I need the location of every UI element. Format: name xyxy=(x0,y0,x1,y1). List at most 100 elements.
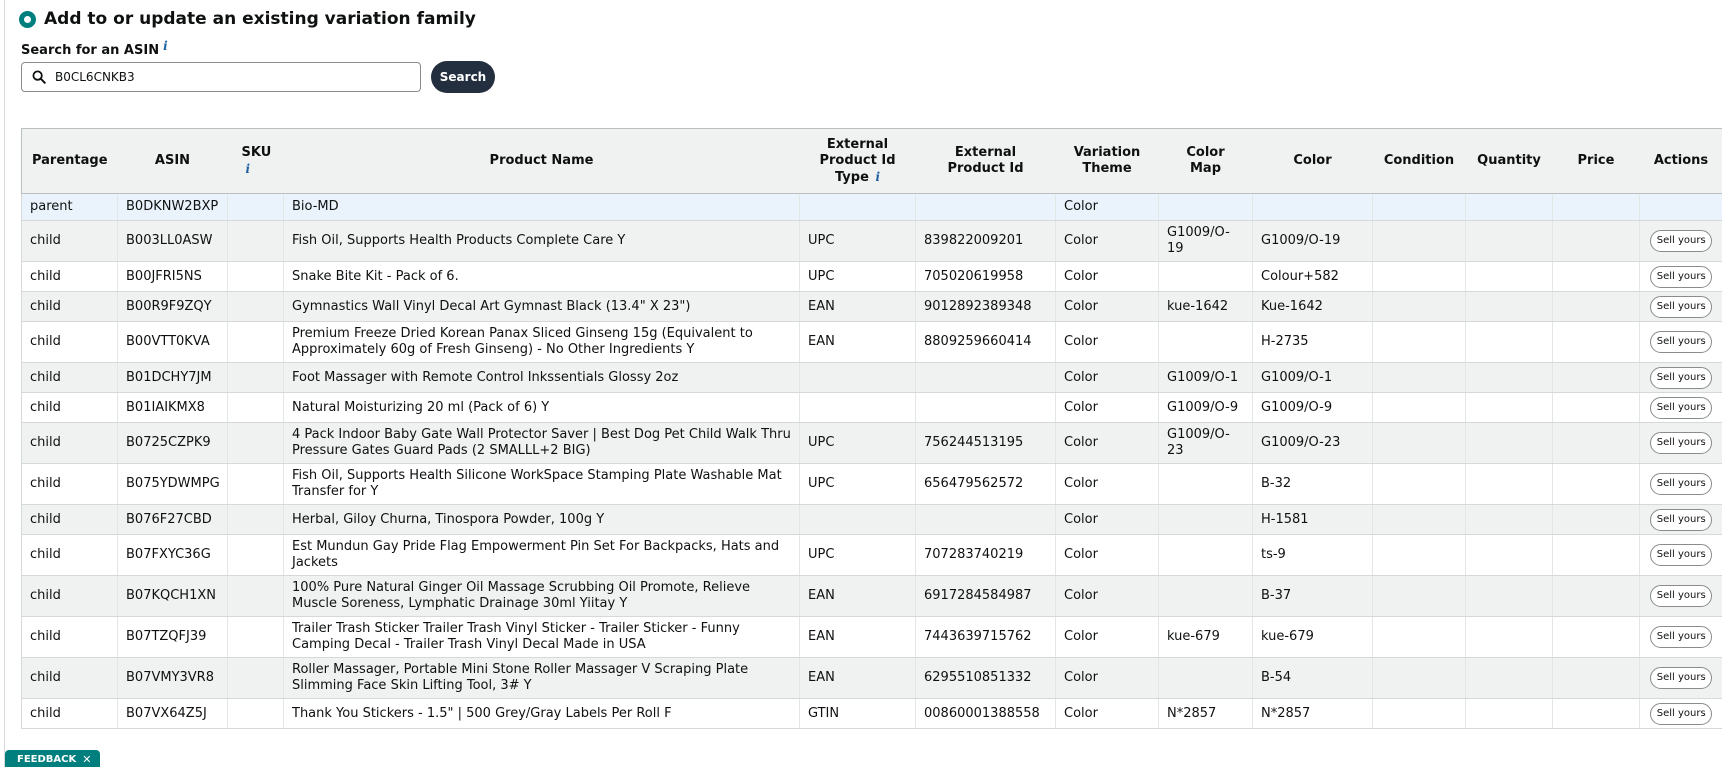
sell-yours-button[interactable]: Sell yours xyxy=(1650,544,1713,566)
cell-variation-theme: Color xyxy=(1055,422,1159,464)
table-row: child B076F27CBD Herbal, Giloy Churna, Tin… xyxy=(21,504,1722,535)
cell-color-map: N*2857 xyxy=(1158,698,1253,729)
table-row: child B00VTT0KVA Premium Freeze Dried Kore… xyxy=(21,321,1722,363)
cell-asin: B07KQCH1XN xyxy=(117,575,228,617)
cell-ext-id xyxy=(915,504,1056,535)
cell-color: B-54 xyxy=(1252,657,1373,699)
cell-variation-theme: Color xyxy=(1055,392,1159,423)
cell-ext-id-text: 8809259660414 xyxy=(924,334,1032,349)
cell-sku xyxy=(227,463,284,505)
cell-quantity xyxy=(1465,392,1553,423)
sell-yours-button[interactable]: Sell yours xyxy=(1650,508,1713,531)
sell-yours-button[interactable]: Sell yours xyxy=(1650,295,1713,318)
cell-variation-theme: Color xyxy=(1055,698,1159,729)
cell-parentage-text: child xyxy=(30,670,61,685)
cell-ext-id-text: 656479562572 xyxy=(924,476,1024,491)
cell-actions: Sell yours xyxy=(1639,698,1722,729)
cell-sku xyxy=(227,657,284,699)
cell-ext-id-text: 707283740219 xyxy=(924,547,1024,562)
variation-family-option[interactable]: Add to or update an existing variation f… xyxy=(19,9,476,29)
radio-selected-icon[interactable] xyxy=(19,10,36,28)
cell-quantity xyxy=(1465,698,1553,729)
sell-yours-button[interactable]: Sell yours xyxy=(1650,585,1713,607)
cell-variation-theme-text: Color xyxy=(1064,476,1098,491)
cell-variation-theme-text: Color xyxy=(1064,588,1098,603)
cell-color-text: N*2857 xyxy=(1261,705,1311,721)
cell-parentage: child xyxy=(21,463,118,505)
cell-ext-id-type-text: UPC xyxy=(808,233,835,248)
cell-asin: B01DCHY7JM xyxy=(117,362,228,393)
header-price: Price xyxy=(1552,128,1640,194)
header-ext-id: External Product Id xyxy=(915,128,1056,194)
cell-variation-theme-text: Color xyxy=(1064,199,1098,214)
cell-color-text: kue-679 xyxy=(1261,629,1314,644)
cell-quantity xyxy=(1465,657,1553,699)
cell-ext-id-text: 705020619958 xyxy=(924,268,1024,284)
cell-asin-text: B07TZQFJ39 xyxy=(126,629,207,644)
sell-yours-button[interactable]: Sell yours xyxy=(1650,396,1713,419)
cell-actions: Sell yours xyxy=(1639,362,1722,393)
sell-yours-button[interactable]: Sell yours xyxy=(1650,432,1713,454)
cell-asin: B076F27CBD xyxy=(117,504,228,535)
info-icon[interactable]: i xyxy=(246,162,251,176)
cell-variation-theme: Color xyxy=(1055,463,1159,505)
cell-product-name-text: Bio-MD xyxy=(292,199,339,214)
header-asin: ASIN xyxy=(117,128,228,194)
close-icon[interactable]: ✕ xyxy=(82,750,91,767)
cell-color-map xyxy=(1158,575,1253,617)
sell-yours-button[interactable]: Sell yours xyxy=(1650,702,1713,725)
asin-search-box[interactable] xyxy=(21,62,421,92)
cell-product-name-text: Fish Oil, Supports Health Silicone WorkS… xyxy=(292,468,782,499)
cell-color-map: G1009/O-1 xyxy=(1158,362,1253,393)
cell-parentage-text: child xyxy=(30,435,61,450)
cell-color-text: G1009/O-9 xyxy=(1261,399,1333,415)
cell-variation-theme: Color xyxy=(1055,575,1159,617)
table-row: child B07TZQFJ39 Trailer Trash Sticker Tra… xyxy=(21,616,1722,658)
cell-color-map: kue-1642 xyxy=(1158,291,1253,322)
cell-ext-id: 707283740219 xyxy=(915,534,1056,576)
sell-yours-button[interactable]: Sell yours xyxy=(1650,667,1713,689)
cell-color: G1009/O-19 xyxy=(1252,220,1373,262)
cell-product-name: Bio-MD xyxy=(283,193,800,221)
asin-search-input[interactable] xyxy=(55,70,395,84)
cell-variation-theme-text: Color xyxy=(1064,435,1098,450)
cell-variation-theme: Color xyxy=(1055,291,1159,322)
sell-yours-button[interactable]: Sell yours xyxy=(1650,265,1713,288)
cell-sku xyxy=(227,504,284,535)
cell-product-name: Roller Massager, Portable Mini Stone Rol… xyxy=(283,657,800,699)
cell-price xyxy=(1552,575,1640,617)
cell-condition xyxy=(1372,504,1466,535)
feedback-tab[interactable]: FEEDBACK ✕ xyxy=(5,750,101,767)
cell-variation-theme-text: Color xyxy=(1064,334,1098,349)
cell-color-map: G1009/O-19 xyxy=(1158,220,1253,262)
sell-yours-button[interactable]: Sell yours xyxy=(1650,331,1713,353)
cell-color-map xyxy=(1158,657,1253,699)
sell-yours-button[interactable]: Sell yours xyxy=(1650,366,1713,389)
search-button[interactable]: Search xyxy=(431,61,495,93)
cell-asin: B01IAIKMX8 xyxy=(117,392,228,423)
cell-variation-theme: Color xyxy=(1055,504,1159,535)
cell-sku xyxy=(227,575,284,617)
cell-parentage-text: child xyxy=(30,369,61,385)
cell-color: G1009/O-23 xyxy=(1252,422,1373,464)
cell-parentage-text: child xyxy=(30,705,61,721)
cell-variation-theme: Color xyxy=(1055,362,1159,393)
cell-condition xyxy=(1372,422,1466,464)
cell-color-map xyxy=(1158,193,1253,221)
sell-yours-button[interactable]: Sell yours xyxy=(1650,230,1713,252)
sell-yours-button[interactable]: Sell yours xyxy=(1650,626,1713,648)
info-icon[interactable]: i xyxy=(163,39,168,53)
cell-color: N*2857 xyxy=(1252,698,1373,729)
feedback-label[interactable]: FEEDBACK xyxy=(17,750,76,767)
cell-variation-theme: Color xyxy=(1055,193,1159,221)
table-row-parent: parent B0DKNW2BXP Bio-MD Color xyxy=(21,193,1722,221)
cell-color: Colour+582 xyxy=(1252,261,1373,292)
cell-quantity xyxy=(1465,362,1553,393)
cell-variation-theme: Color xyxy=(1055,220,1159,262)
sell-yours-button[interactable]: Sell yours xyxy=(1650,473,1713,495)
cell-ext-id-text: 756244513195 xyxy=(924,435,1024,450)
cell-price xyxy=(1552,291,1640,322)
cell-color: G1009/O-9 xyxy=(1252,392,1373,423)
info-icon[interactable]: i xyxy=(875,170,880,184)
cell-price xyxy=(1552,321,1640,363)
